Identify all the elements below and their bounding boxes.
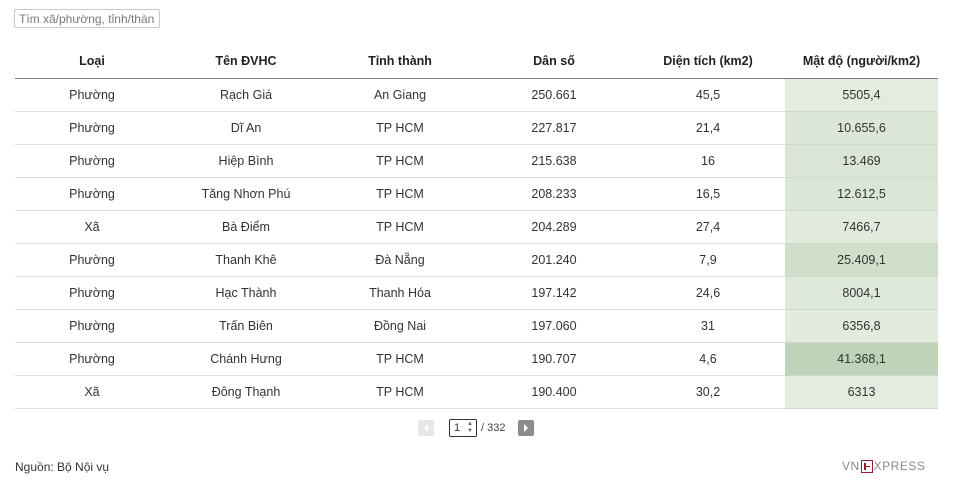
cell-type: Phường [15, 309, 169, 343]
cell-province: TP HCM [323, 111, 477, 145]
cell-population: 201.240 [477, 243, 631, 277]
cell-name: Hiệp Bình [169, 144, 323, 178]
cell-population: 204.289 [477, 210, 631, 244]
table-header-row: Loại Tên ĐVHC Tỉnh thành Dân số Diện tíc… [15, 43, 938, 79]
cell-province: TP HCM [323, 375, 477, 409]
cell-type: Phường [15, 111, 169, 145]
cell-type: Phường [15, 177, 169, 211]
table-row: Phường Tăng Nhơn Phú TP HCM 208.233 16,5 12.6… [15, 177, 938, 211]
table-row: Xã Bà Điểm TP HCM 204.289 27,4 7466,7 [15, 210, 938, 244]
page-number-value: 1 [454, 422, 461, 434]
table-row: Xã Đông Thạnh TP HCM 190.400 30,2 6313 [15, 375, 938, 409]
next-page-button[interactable] [518, 420, 534, 436]
table-row: Phường Trấn Biên Đồng Nai 197.060 31 6356,8 [15, 309, 938, 343]
cell-name: Thanh Khê [169, 243, 323, 277]
cell-type: Phường [15, 78, 169, 112]
cell-area: 45,5 [631, 78, 785, 112]
cell-type: Phường [15, 144, 169, 178]
cell-area: 7,9 [631, 243, 785, 277]
cell-population: 208.233 [477, 177, 631, 211]
cell-province: Đà Nẵng [323, 243, 477, 277]
caret-up-icon[interactable]: ▲ [467, 421, 473, 428]
search-input[interactable] [14, 9, 160, 28]
cell-name: Dĩ An [169, 111, 323, 145]
column-header-type[interactable]: Loại [15, 43, 169, 79]
column-header-population[interactable]: Dân số [477, 43, 631, 79]
logo-text-right: XPRESS [873, 459, 926, 473]
chevron-left-icon [424, 424, 428, 432]
cell-density: 7466,7 [785, 210, 938, 244]
cell-province: TP HCM [323, 342, 477, 376]
cell-population: 190.400 [477, 375, 631, 409]
cell-province: An Giang [323, 78, 477, 112]
cell-density: 41.368,1 [785, 342, 938, 376]
cell-type: Xã [15, 210, 169, 244]
cell-name: Bà Điểm [169, 210, 323, 244]
cell-area: 24,6 [631, 276, 785, 310]
chevron-right-icon [524, 424, 528, 432]
cell-province: Thanh Hóa [323, 276, 477, 310]
page-stepper[interactable]: ▲ ▼ [465, 421, 475, 435]
table-row: Phường Thanh Khê Đà Nẵng 201.240 7,9 25.409,1 [15, 243, 938, 277]
column-header-area[interactable]: Diện tích (km2) [631, 43, 785, 79]
column-header-name[interactable]: Tên ĐVHC [169, 43, 323, 79]
cell-area: 4,6 [631, 342, 785, 376]
cell-population: 197.060 [477, 309, 631, 343]
cell-density: 25.409,1 [785, 243, 938, 277]
data-table: Loại Tên ĐVHC Tỉnh thành Dân số Diện tíc… [15, 43, 938, 409]
logo-text-left: VN [842, 459, 860, 473]
table-row: Phường Dĩ An TP HCM 227.817 21,4 10.655,6 [15, 111, 938, 145]
cell-area: 21,4 [631, 111, 785, 145]
cell-area: 16,5 [631, 177, 785, 211]
cell-area: 27,4 [631, 210, 785, 244]
cell-population: 190.707 [477, 342, 631, 376]
cell-density: 10.655,6 [785, 111, 938, 145]
source-note: Nguồn: Bộ Nội vụ [15, 460, 110, 474]
pagination: 1 ▲ ▼ / 332 [0, 419, 960, 438]
column-header-density[interactable]: Mật độ (người/km2) [785, 43, 938, 79]
cell-population: 227.817 [477, 111, 631, 145]
cell-name: Đông Thạnh [169, 375, 323, 409]
cell-density: 5505,4 [785, 78, 938, 112]
page-number-input[interactable]: 1 ▲ ▼ [449, 419, 477, 437]
cell-area: 31 [631, 309, 785, 343]
vnexpress-logo: VN XPRESS [842, 458, 925, 474]
cell-province: TP HCM [323, 177, 477, 211]
table-row: Phường Chánh Hưng TP HCM 190.707 4,6 41.368,1 [15, 342, 938, 376]
cell-density: 13.469 [785, 144, 938, 178]
cell-population: 197.142 [477, 276, 631, 310]
page-total: / 332 [481, 422, 506, 434]
cell-population: 250.661 [477, 78, 631, 112]
cell-name: Chánh Hưng [169, 342, 323, 376]
table-row: Phường Hiệp Bình TP HCM 215.638 16 13.469 [15, 144, 938, 178]
cell-province: TP HCM [323, 210, 477, 244]
cell-area: 16 [631, 144, 785, 178]
cell-province: TP HCM [323, 144, 477, 178]
table-row: Phường Hạc Thành Thanh Hóa 197.142 24,6 8004,… [15, 276, 938, 310]
cell-province: Đồng Nai [323, 309, 477, 343]
table-row: Phường Rạch Giá An Giang 250.661 45,5 5505,4 [15, 78, 938, 112]
column-header-province[interactable]: Tỉnh thành [323, 43, 477, 79]
cell-name: Hạc Thành [169, 276, 323, 310]
cell-density: 6313 [785, 375, 938, 409]
caret-down-icon[interactable]: ▼ [467, 428, 473, 435]
cell-population: 215.638 [477, 144, 631, 178]
cell-area: 30,2 [631, 375, 785, 409]
logo-e-mark [860, 459, 873, 473]
cell-name: Trấn Biên [169, 309, 323, 343]
cell-density: 8004,1 [785, 276, 938, 310]
cell-name: Tăng Nhơn Phú [169, 177, 323, 211]
cell-type: Phường [15, 243, 169, 277]
cell-density: 6356,8 [785, 309, 938, 343]
cell-type: Phường [15, 342, 169, 376]
cell-density: 12.612,5 [785, 177, 938, 211]
cell-name: Rạch Giá [169, 78, 323, 112]
cell-type: Xã [15, 375, 169, 409]
cell-type: Phường [15, 276, 169, 310]
previous-page-button[interactable] [418, 420, 434, 436]
